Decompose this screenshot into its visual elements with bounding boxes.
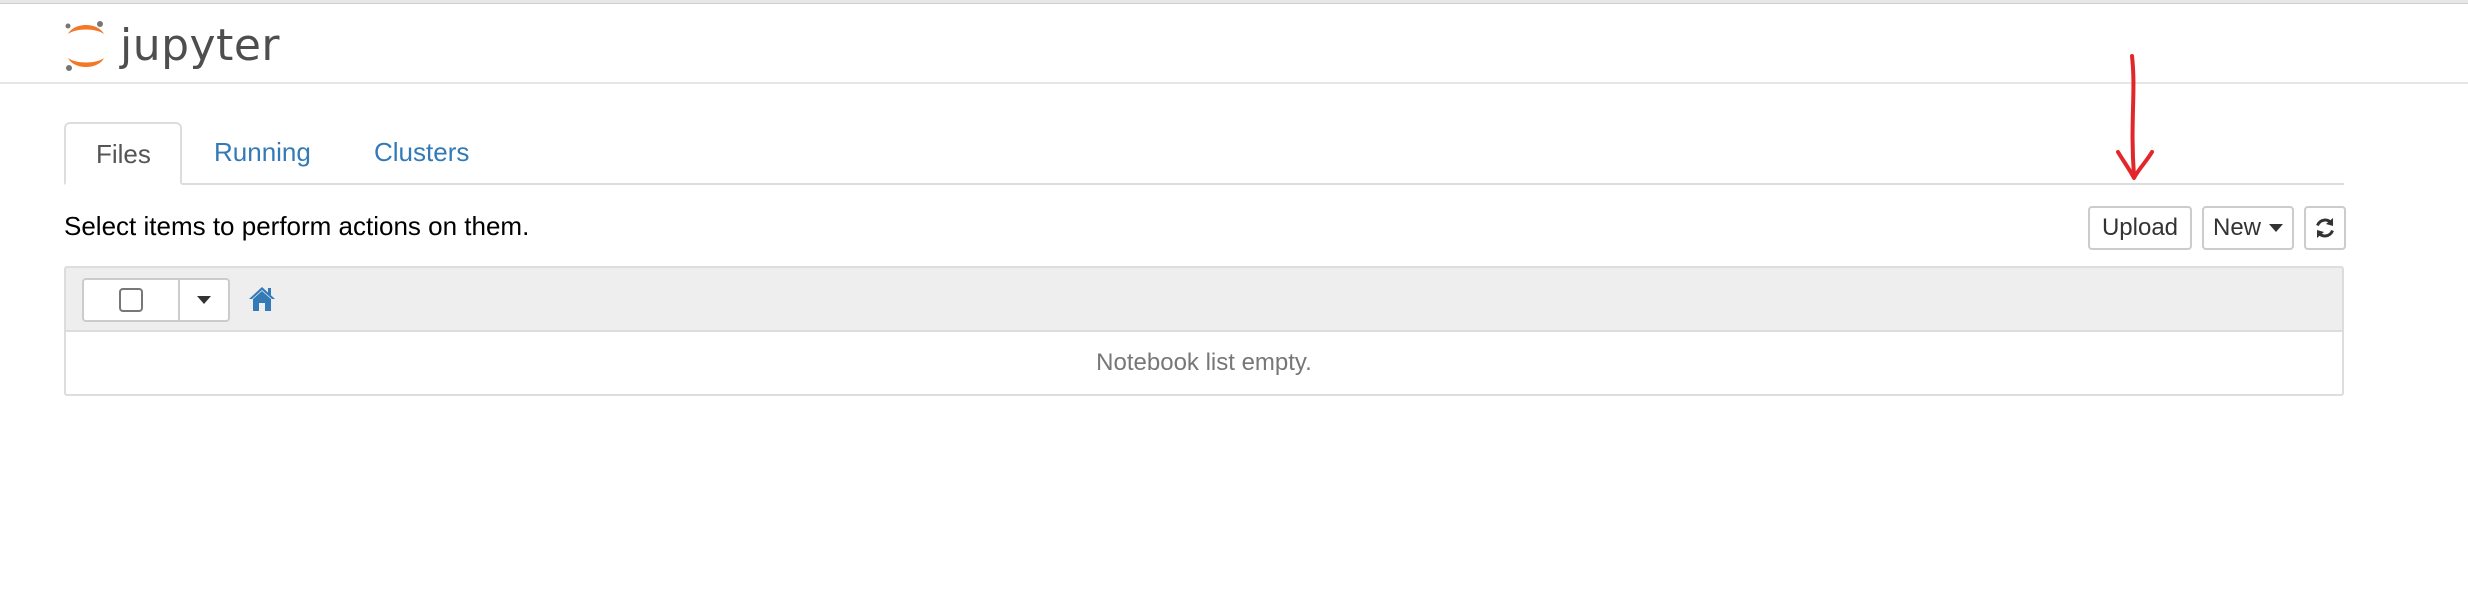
select-all-container [84, 280, 180, 320]
home-icon[interactable] [248, 286, 276, 312]
refresh-button[interactable] [2304, 206, 2346, 250]
notebook-list-empty-message: Notebook list empty. [1096, 349, 1312, 376]
upload-button[interactable]: Upload [2088, 206, 2192, 250]
refresh-icon [2316, 218, 2334, 238]
notebook-list: Notebook list empty. [64, 266, 2344, 396]
red-arrow-annotation [2116, 54, 2154, 180]
tab-bar: Files Running Clusters [64, 122, 2344, 185]
select-all-group [82, 278, 230, 322]
jupyter-logo[interactable]: jupyter [62, 16, 280, 76]
chevron-down-icon [197, 296, 211, 304]
header: jupyter [0, 4, 2468, 84]
notebook-list-header [66, 268, 2342, 332]
logo-text: jupyter [120, 20, 280, 71]
page: jupyter Files Running Clusters Select it… [0, 0, 2468, 592]
tab-files[interactable]: Files [64, 122, 182, 185]
selection-hint: Select items to perform actions on them. [64, 211, 530, 241]
chevron-down-icon [2269, 224, 2283, 232]
new-button-label: New [2212, 214, 2261, 241]
tab-running[interactable]: Running [184, 122, 338, 182]
new-dropdown-button[interactable]: New [2202, 206, 2294, 250]
tab-clusters[interactable]: Clusters [344, 122, 496, 182]
select-all-checkbox[interactable] [119, 288, 143, 312]
jupyter-logo-icon [65, 21, 104, 71]
select-menu-toggle[interactable] [180, 280, 228, 320]
